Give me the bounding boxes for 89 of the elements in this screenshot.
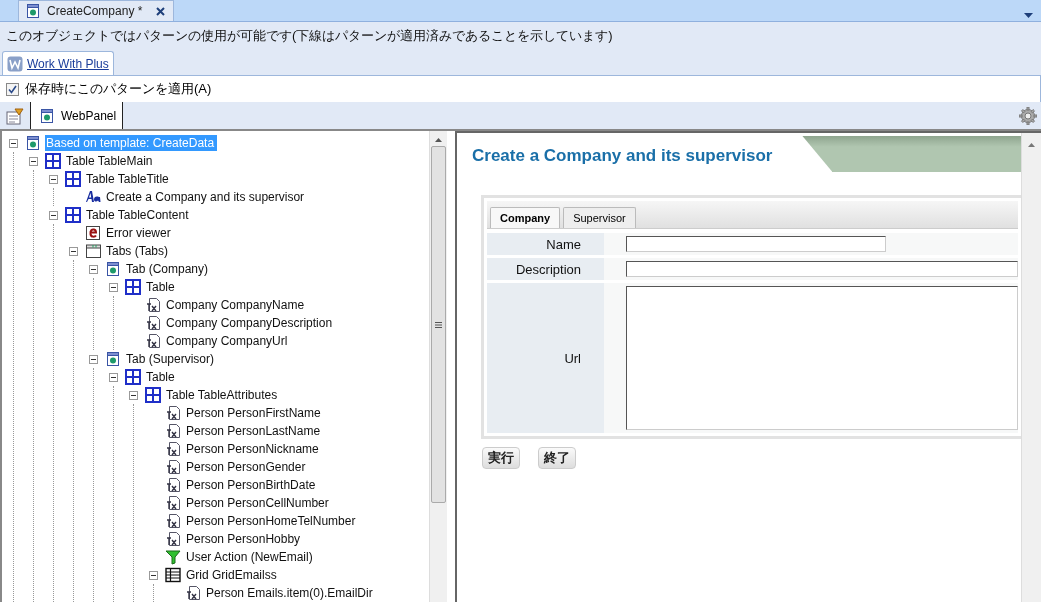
attribute-icon [165,441,181,457]
scroll-up-icon [435,138,442,142]
tree-item[interactable]: Person PersonCellNumber [185,495,332,511]
tree-item[interactable]: Person PersonLastName [185,423,324,439]
tree-item[interactable]: Tab (Company) [125,261,212,277]
tree-item[interactable]: Grid GridEmailss [185,567,280,583]
attribute-icon [165,423,181,439]
table-icon [125,279,141,295]
attribute-icon [165,405,181,421]
view-tab[interactable]: WebPanel [30,102,124,129]
tree-item[interactable]: Person PersonGender [185,459,309,475]
tree-item[interactable]: Table [145,279,178,295]
attribute-icon [145,297,161,313]
form-icon [25,3,41,19]
tree-item[interactable]: Tabs (Tabs) [105,243,172,259]
grid-icon [165,567,181,583]
collapse-icon[interactable] [129,390,138,400]
collapse-icon[interactable] [109,282,118,292]
form-icon [105,351,121,367]
tree-item[interactable]: Person PersonHobby [185,531,304,547]
tree-item[interactable]: Create a Company and its supervisor [105,189,308,205]
action-button[interactable]: 実行 [482,447,520,469]
settings-icon[interactable] [1019,106,1037,125]
tree-item[interactable]: Table [145,369,178,385]
tree-item[interactable]: Table TableAttributes [165,387,281,403]
attribute-icon [165,513,181,529]
close-icon[interactable] [156,6,166,16]
properties-icon[interactable] [6,106,24,125]
collapse-icon[interactable] [29,156,38,166]
collapse-icon[interactable] [9,138,18,148]
tree-item[interactable]: Person PersonBirthDate [185,477,319,493]
collapse-icon[interactable] [89,264,98,274]
action-button[interactable]: 終了 [538,447,576,469]
scrollbar-thumb[interactable] [431,146,446,503]
tree-item[interactable]: Person Emails.item(0).EmailDir [205,585,376,601]
table-icon [45,153,61,169]
tabs-icon [85,243,101,259]
funnel-icon [165,549,181,565]
attribute-icon [165,495,181,511]
field-label: Name [487,233,604,255]
dropdown-icon[interactable] [1024,13,1033,18]
error-icon [85,225,101,241]
tree-item[interactable]: User Action (NewEmail) [185,549,316,565]
table-icon [65,171,81,187]
table-icon [145,387,161,403]
pattern-tab[interactable]: Work With Plus [2,51,114,75]
collapse-icon[interactable] [69,246,78,256]
tree-item[interactable]: Company CompanyUrl [165,333,291,349]
pattern-icon [7,55,23,72]
grip-icon [435,321,442,328]
tree-item[interactable]: Person PersonNickname [185,441,322,457]
apply-label: 保存時にこのパターンを適用(A) [25,80,212,98]
form-icon [25,135,41,151]
collapse-icon[interactable] [49,210,58,220]
field-label: Description [487,258,604,280]
table-icon [125,369,141,385]
attribute-icon [165,531,181,547]
table-icon [65,207,81,223]
collapse-icon[interactable] [109,372,118,382]
tree-item[interactable]: Person PersonHomeTelNumber [185,513,359,529]
apply-checkbox[interactable] [6,82,19,96]
text-icon [85,189,101,205]
attribute-icon [145,333,161,349]
form-icon [39,107,55,124]
page-title: Create a Company and its supervisor [457,136,833,172]
tree-item[interactable]: Company CompanyDescription [165,315,336,331]
tree-item[interactable]: Tab (Supervisor) [125,351,218,367]
form-tab[interactable]: Company [490,207,561,228]
attribute-icon [145,315,161,331]
collapse-icon[interactable] [49,174,58,184]
input-field[interactable] [626,236,886,252]
document-tab[interactable]: CreateCompany * [18,0,175,21]
attribute-icon [165,459,181,475]
tree-item[interactable]: Table TableTitle [85,171,172,187]
scroll-up-icon [1028,143,1035,147]
input-field[interactable] [626,261,1018,277]
tree-item[interactable]: Company CompanyName [165,297,308,313]
tree-item[interactable]: Table TableMain [65,153,156,169]
tree-item[interactable]: Table TableContent [85,207,192,223]
check-icon [8,84,17,94]
form-tab[interactable]: Supervisor [563,207,636,228]
attribute-icon [165,477,181,493]
collapse-icon[interactable] [149,570,158,580]
form-icon [105,261,121,277]
tree-item[interactable]: Person PersonFirstName [185,405,324,421]
info-text: このオブジェクトではパターンの使用が可能です(下線はパターンが適用済みであることを示しています) [6,27,613,45]
collapse-icon[interactable] [89,354,98,364]
tree-item[interactable]: Error viewer [105,225,174,241]
field-label: Url [487,283,604,433]
